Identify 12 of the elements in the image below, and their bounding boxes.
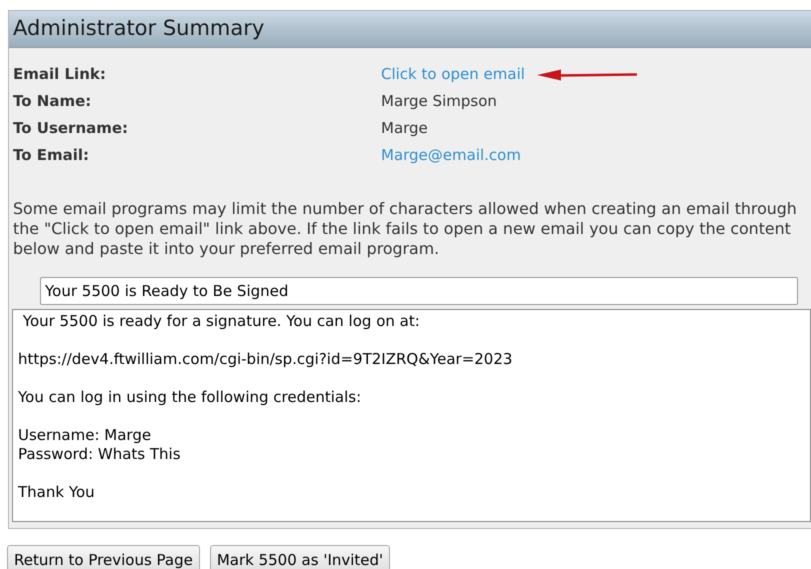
field-value: Marge Simpson	[381, 91, 497, 112]
field-label: To Username:	[13, 118, 130, 140]
field-value: Marge	[381, 118, 428, 140]
message-field[interactable]: Your 5500 is ready for a signature. You can log on at: https://dev4.ftwilliam.com/cgi-bin/sp.cgi?id=9T2IZRQ&Year=2023 You can log in using the following credentials: Username: Marge Password: Whats This Thank You	[12, 309, 811, 522]
field-label: To Name:	[13, 91, 92, 112]
action-button[interactable]: Mark 5500 as 'Invited'	[210, 545, 390, 569]
action-button[interactable]: Return to Previous Page	[7, 545, 200, 569]
field-label: To Email:	[13, 145, 90, 166]
field-label: Email Link:	[13, 64, 107, 86]
panel-title: Administrator Summary	[13, 15, 264, 42]
subject-field[interactable]: Your 5500 is Ready to Be Signed	[40, 277, 798, 305]
info-paragraph: Some email programs may limit the number of characters allowed when creating an email through the "Click to open email" link above. If the link fails to open a new email you can copy the content below and paste it into your preferred email program.	[12, 199, 798, 259]
